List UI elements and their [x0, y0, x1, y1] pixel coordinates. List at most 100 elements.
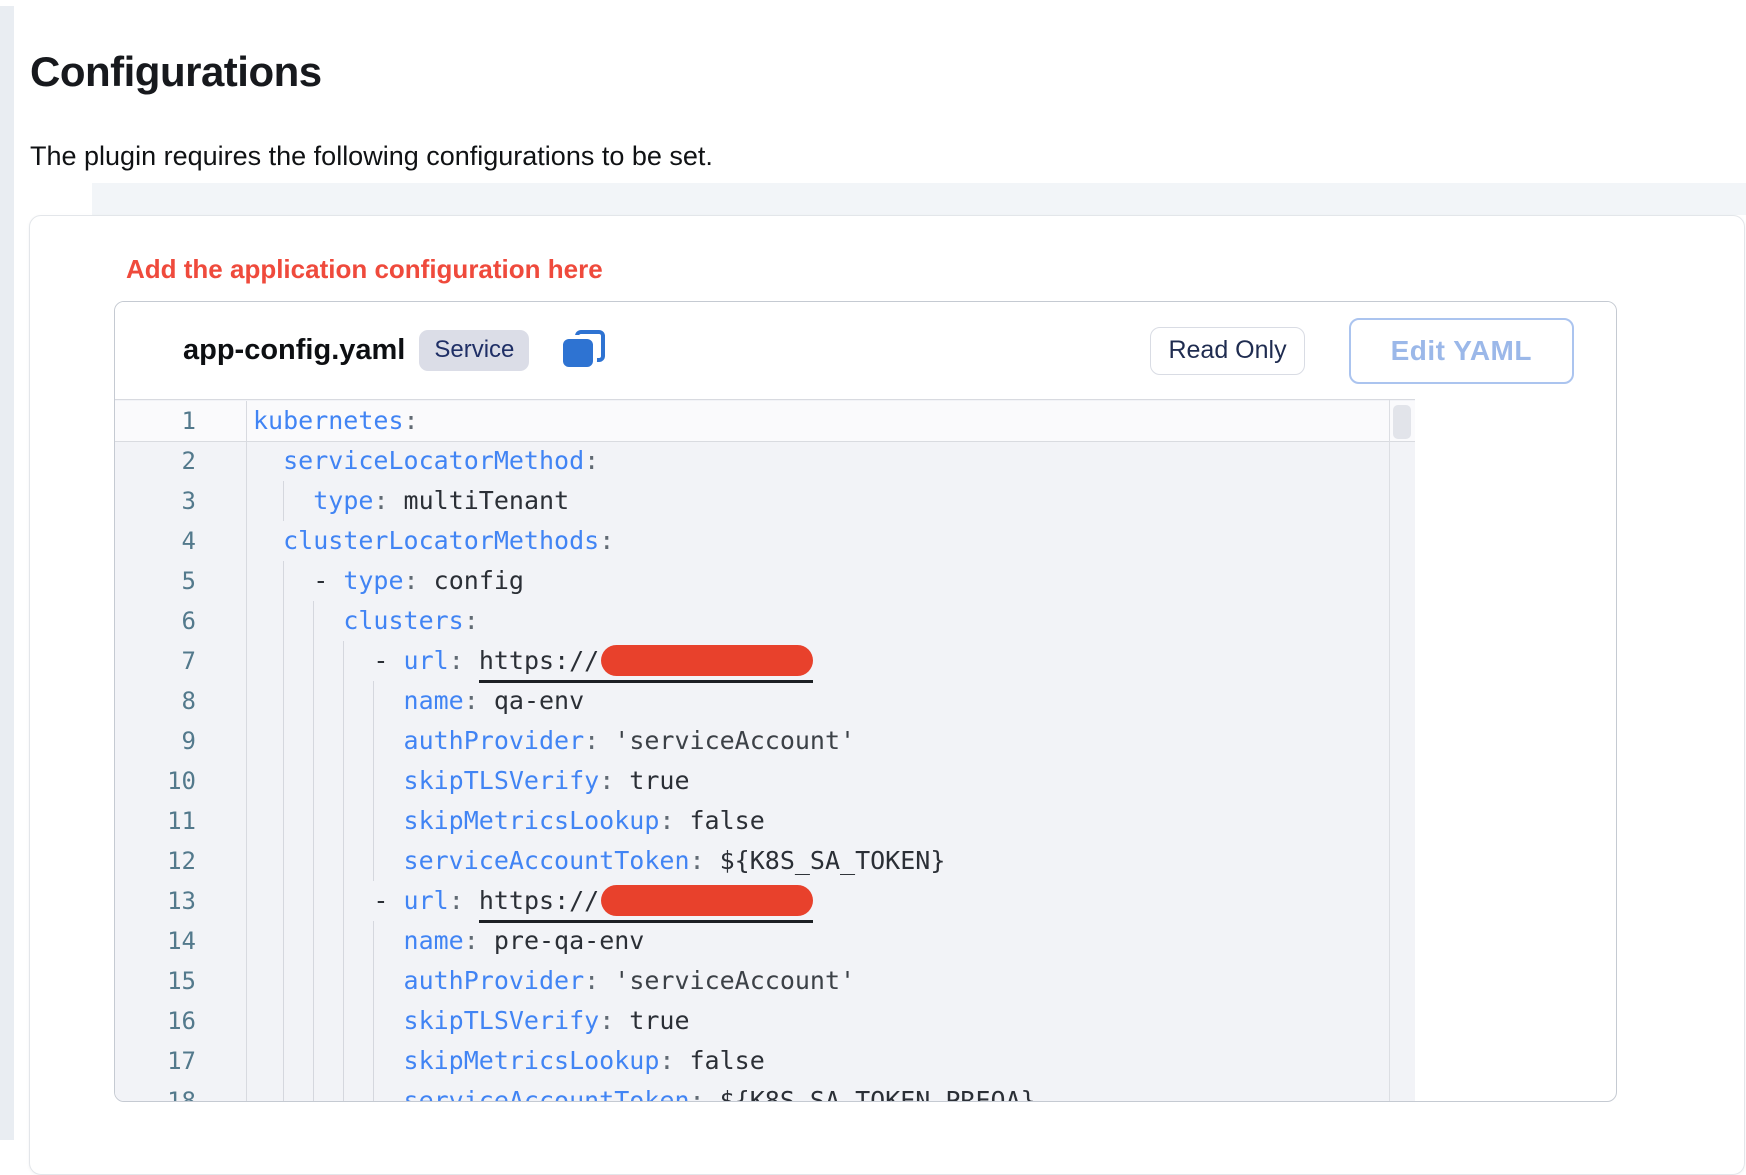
callout-text: Add the application configuration here — [126, 254, 603, 285]
edit-yaml-button[interactable]: Edit YAML — [1349, 318, 1574, 384]
indent-guide — [313, 1041, 314, 1081]
indent-guide — [343, 841, 344, 881]
indent-guide — [373, 761, 374, 801]
indent-guide — [343, 1081, 344, 1102]
indent-guide — [283, 921, 284, 961]
indent-guide — [283, 881, 284, 921]
indent-guide — [313, 881, 314, 921]
indent-guide — [283, 761, 284, 801]
indent-guide — [283, 1081, 284, 1102]
line-number: 4 — [115, 521, 247, 561]
indent-guide — [343, 641, 344, 681]
page-intro-text: The plugin requires the following config… — [30, 141, 713, 172]
code-line-text: serviceLocatorMethod: — [247, 441, 1389, 481]
code-line: 13 - url: https:// — [115, 881, 1389, 921]
configuration-section-card: Add the application configuration here a… — [29, 215, 1745, 1175]
copy-icon[interactable] — [563, 330, 605, 372]
cluster-url-value: https:// — [479, 885, 813, 923]
indent-guide — [313, 1081, 314, 1102]
code-line-text: authProvider: 'serviceAccount' — [247, 961, 1389, 1001]
code-line-text: skipMetricsLookup: false — [247, 1041, 1389, 1081]
code-line: 1kubernetes: — [115, 401, 1389, 441]
indent-guide — [313, 921, 314, 961]
line-number: 8 — [115, 681, 247, 721]
section-top-band — [92, 183, 1746, 215]
indent-guide — [343, 881, 344, 921]
indent-guide — [343, 801, 344, 841]
yaml-editor-card: app-config.yaml Service Read Only Edit Y… — [114, 301, 1617, 1102]
copy-icon-front-sheet — [563, 339, 593, 367]
vertical-scrollbar[interactable] — [1389, 400, 1415, 1101]
service-badge: Service — [419, 330, 529, 370]
code-line: 5 - type: config — [115, 561, 1389, 601]
indent-guide — [373, 801, 374, 841]
indent-guide — [373, 961, 374, 1001]
indent-guide — [313, 681, 314, 721]
code-line-text: authProvider: 'serviceAccount' — [247, 721, 1389, 761]
indent-guide — [343, 961, 344, 1001]
code-line-text: clusters: — [247, 601, 1389, 641]
indent-guide — [343, 721, 344, 761]
indent-guide — [283, 721, 284, 761]
indent-guide — [343, 761, 344, 801]
code-line-text: name: pre-qa-env — [247, 921, 1389, 961]
code-line: 17 skipMetricsLookup: false — [115, 1041, 1389, 1081]
indent-guide — [283, 601, 284, 641]
code-line-text: clusterLocatorMethods: — [247, 521, 1389, 561]
code-line: 9 authProvider: 'serviceAccount' — [115, 721, 1389, 761]
indent-guide — [373, 1041, 374, 1081]
line-number: 10 — [115, 761, 247, 801]
indent-guide — [313, 841, 314, 881]
scrollbar-active-line-highlight — [1390, 401, 1415, 441]
indent-guide — [313, 801, 314, 841]
editor-header: app-config.yaml Service Read Only Edit Y… — [115, 302, 1616, 399]
code-line: 2 serviceLocatorMethod: — [115, 441, 1389, 481]
indent-guide — [313, 1001, 314, 1041]
indent-guide — [283, 1001, 284, 1041]
indent-guide — [373, 921, 374, 961]
line-number: 11 — [115, 801, 247, 841]
page-left-gutter — [0, 6, 14, 1140]
code-line-text: skipTLSVerify: true — [247, 1001, 1389, 1041]
code-line: 10 skipTLSVerify: true — [115, 761, 1389, 801]
line-number: 15 — [115, 961, 247, 1001]
code-line: 8 name: qa-env — [115, 681, 1389, 721]
filename-label: app-config.yaml — [183, 334, 405, 367]
page-title: Configurations — [30, 48, 322, 96]
indent-guide — [343, 921, 344, 961]
indent-guide — [283, 681, 284, 721]
line-number: 16 — [115, 1001, 247, 1041]
line-number: 18 — [115, 1081, 247, 1102]
code-line: 12 serviceAccountToken: ${K8S_SA_TOKEN} — [115, 841, 1389, 881]
code-line-text: skipMetricsLookup: false — [247, 801, 1389, 841]
indent-guide — [313, 761, 314, 801]
code-line: 15 authProvider: 'serviceAccount' — [115, 961, 1389, 1001]
line-number: 2 — [115, 441, 247, 481]
indent-guide — [313, 641, 314, 681]
yaml-code-editor[interactable]: 1kubernetes:2 serviceLocatorMethod:3 typ… — [115, 399, 1415, 1101]
code-line: 14 name: pre-qa-env — [115, 921, 1389, 961]
code-line-text: - url: https:// — [247, 641, 1389, 681]
code-line-text: - url: https:// — [247, 881, 1389, 921]
line-number: 13 — [115, 881, 247, 921]
code-line: 16 skipTLSVerify: true — [115, 1001, 1389, 1041]
line-number: 1 — [115, 401, 247, 441]
indent-guide — [313, 961, 314, 1001]
indent-guide — [373, 841, 374, 881]
indent-guide — [283, 841, 284, 881]
scrollbar-thumb[interactable] — [1393, 405, 1411, 439]
code-line-text: - type: config — [247, 561, 1389, 601]
indent-guide — [283, 1041, 284, 1081]
indent-guide — [343, 1041, 344, 1081]
redaction-marker — [601, 885, 813, 916]
code-line: 4 clusterLocatorMethods: — [115, 521, 1389, 561]
code-lines: 1kubernetes:2 serviceLocatorMethod:3 typ… — [115, 401, 1389, 1102]
read-only-button[interactable]: Read Only — [1150, 327, 1304, 375]
indent-guide — [283, 801, 284, 841]
code-line-text: skipTLSVerify: true — [247, 761, 1389, 801]
cluster-url-value: https:// — [479, 645, 813, 683]
line-number: 12 — [115, 841, 247, 881]
line-number: 9 — [115, 721, 247, 761]
redaction-marker — [601, 645, 813, 676]
indent-guide — [283, 641, 284, 681]
